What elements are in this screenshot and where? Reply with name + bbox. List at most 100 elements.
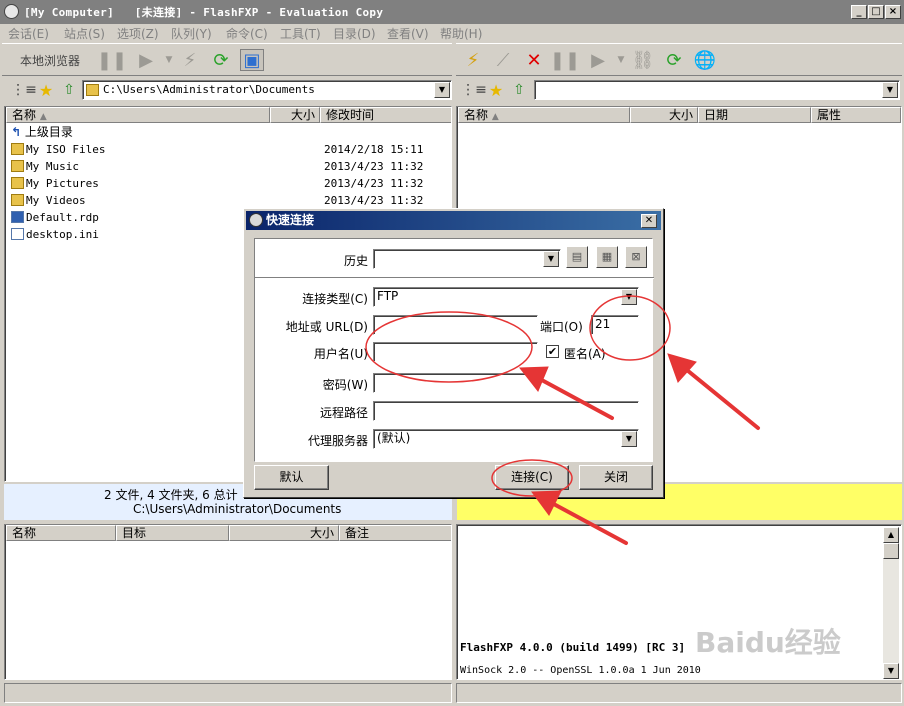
quick-connect-dialog: 快速连接 ✕ 历史 ▼ ▤ ▦ ⊠ 连接类型(C) FTP ▼ 地址或 URL(… — [243, 208, 664, 498]
star-icon[interactable]: ★ — [34, 79, 58, 101]
folder-icon — [86, 84, 99, 96]
list-item[interactable]: My Pictures 2013/4/23 11:32 — [11, 175, 451, 192]
dialog-titlebar: 快速连接 ✕ — [246, 211, 661, 230]
abort-icon[interactable]: ✕ — [522, 49, 546, 71]
default-button[interactable]: 默认 — [254, 465, 329, 490]
chevron-down-icon[interactable]: ▼ — [543, 251, 559, 267]
menu-help[interactable]: 帮助(H) — [440, 25, 482, 42]
queue-list[interactable]: 名称 目标 大小 备注 — [4, 524, 452, 680]
password-input[interactable] — [373, 373, 538, 393]
menu-tools[interactable]: 工具(T) — [280, 25, 321, 42]
column-header-note[interactable]: 备注 — [339, 525, 451, 541]
disconnect-icon[interactable]: ⟋ — [491, 49, 515, 71]
list-item[interactable]: ↰ 上级目录 — [11, 124, 73, 141]
app-icon — [4, 4, 19, 19]
disconnect-icon[interactable]: ⚡ — [178, 49, 202, 71]
local-browser-label[interactable]: 本地浏览器 — [20, 52, 80, 69]
log-scrollbar[interactable]: ▲ ▼ — [883, 527, 899, 679]
username-input[interactable] — [373, 342, 538, 362]
folder-up-icon[interactable]: ⇧ — [507, 79, 531, 101]
scroll-thumb[interactable] — [883, 543, 899, 559]
connect-icon[interactable]: ⚡ — [461, 49, 485, 71]
chevron-down-icon[interactable]: ▼ — [882, 82, 898, 98]
parent-directory-icon: ↰ — [11, 125, 22, 139]
star-icon[interactable]: ★ — [484, 79, 508, 101]
column-header-date[interactable]: 日期 — [698, 107, 811, 123]
baidu-watermark: Baidu经验 — [695, 626, 841, 659]
column-header-name[interactable]: 名称 ▲ — [458, 107, 630, 123]
port-input[interactable]: 21 — [591, 315, 639, 335]
chevron-down-icon[interactable]: ▼ — [621, 289, 637, 305]
scroll-up-icon[interactable]: ▲ — [883, 527, 899, 543]
menu-bar: 会话(E) 站点(S) 选项(Z) 队列(Y) 命令(C) 工具(T) 目录(D… — [0, 24, 904, 42]
username-label: 用户名(U) — [313, 347, 368, 361]
connect-button[interactable]: 连接(C) — [495, 465, 569, 490]
list-item[interactable]: My Videos 2013/4/23 11:32 — [11, 192, 451, 209]
log-pane[interactable]: FlashFXP 4.0.0 (build 1499) [RC 3] WinSo… — [456, 524, 902, 680]
left-toolbar: 本地浏览器 ❚❚ ▶ ▼ ⚡ ⟳ ▣ — [2, 43, 452, 76]
scroll-down-icon[interactable]: ▼ — [883, 663, 899, 679]
dialog-title: 快速连接 — [266, 213, 315, 227]
proxy-select[interactable]: (默认) ▼ — [373, 429, 639, 449]
column-header-target[interactable]: 目标 — [116, 525, 229, 541]
transfer-icon[interactable]: ▶ — [586, 49, 610, 71]
pause-icon[interactable]: ❚❚ — [550, 49, 580, 71]
menu-view[interactable]: 查看(V) — [387, 25, 429, 42]
right-path-combo[interactable]: ▼ — [534, 80, 900, 100]
file-name: My Pictures — [26, 177, 99, 190]
list-item[interactable]: My ISO Files 2014/2/18 15:11 — [11, 141, 451, 158]
left-path-combo[interactable]: C:\Users\Administrator\Documents ▼ — [82, 80, 452, 100]
chevron-down-icon[interactable]: ▼ — [609, 49, 633, 71]
menu-directory[interactable]: 目录(D) — [333, 25, 376, 42]
history-view-icon[interactable]: ▤ — [566, 246, 588, 268]
globe-icon[interactable]: 🌐 — [693, 49, 717, 71]
column-header-modified[interactable]: 修改时间 — [320, 107, 451, 123]
minimize-button[interactable]: _ — [851, 5, 867, 19]
local-browser-icon[interactable]: ▣ — [240, 49, 264, 71]
bottom-status-right — [456, 683, 902, 703]
column-header-size[interactable]: 大小 — [270, 107, 320, 123]
menu-session[interactable]: 会话(E) — [8, 25, 49, 42]
history-select[interactable]: ▼ — [373, 249, 561, 269]
remote-path-input[interactable] — [373, 401, 639, 421]
column-header-size[interactable]: 大小 — [630, 107, 698, 123]
file-count-status: 2 文件, 4 文件夹, 6 总计 — [104, 488, 238, 502]
close-button[interactable]: 关闭 — [579, 465, 653, 490]
menu-queue[interactable]: 队列(Y) — [171, 25, 212, 42]
menu-commands[interactable]: 命令(C) — [226, 25, 268, 42]
column-header-name[interactable]: 名称 — [6, 525, 116, 541]
list-item[interactable]: Default.rdp — [11, 209, 99, 226]
menu-sites[interactable]: 站点(S) — [64, 25, 105, 42]
refresh-icon[interactable]: ⟳ — [662, 49, 686, 71]
tree-icon[interactable]: ⋮≡ — [461, 79, 487, 101]
dialog-form: 历史 ▼ ▤ ▦ ⊠ 连接类型(C) FTP ▼ 地址或 URL(D) 端口(O… — [254, 238, 654, 462]
list-item[interactable]: desktop.ini — [11, 226, 99, 243]
list-item[interactable]: My Music 2013/4/23 11:32 — [11, 158, 451, 175]
folder-up-icon[interactable]: ⇧ — [57, 79, 81, 101]
videos-folder-icon — [11, 194, 24, 206]
anonymous-checkbox[interactable]: ✔ — [546, 345, 559, 358]
refresh-icon[interactable]: ⟳ — [209, 49, 233, 71]
pause-icon[interactable]: ❚❚ — [97, 49, 127, 71]
column-header-name[interactable]: 名称 ▲ — [6, 107, 270, 123]
chevron-down-icon[interactable]: ▼ — [621, 431, 637, 447]
column-header-size[interactable]: 大小 — [229, 525, 339, 541]
history-edit-icon[interactable]: ▦ — [596, 246, 618, 268]
menu-options[interactable]: 选项(Z) — [117, 25, 159, 42]
maximize-button[interactable]: □ — [868, 5, 884, 19]
close-window-button[interactable]: × — [885, 5, 901, 19]
connection-type-select[interactable]: FTP ▼ — [373, 287, 639, 307]
address-input[interactable] — [373, 315, 538, 335]
music-folder-icon — [11, 160, 24, 172]
close-icon[interactable]: ✕ — [641, 214, 657, 228]
transfer-icon[interactable]: ▶ — [134, 49, 158, 71]
history-delete-icon[interactable]: ⊠ — [625, 246, 647, 268]
folder-icon — [11, 143, 24, 155]
link-icon[interactable]: ⛓ — [631, 49, 655, 71]
log-line: WinSock 2.0 -- OpenSSL 1.0.0a 1 Jun 2010 — [460, 665, 701, 676]
tree-icon[interactable]: ⋮≡ — [11, 79, 37, 101]
right-path-bar: ⋮≡ ★ ⇧ ▼ — [456, 79, 902, 103]
chevron-down-icon[interactable]: ▼ — [434, 82, 450, 98]
bottom-status-left — [4, 683, 452, 703]
column-header-attributes[interactable]: 属性 — [811, 107, 901, 123]
